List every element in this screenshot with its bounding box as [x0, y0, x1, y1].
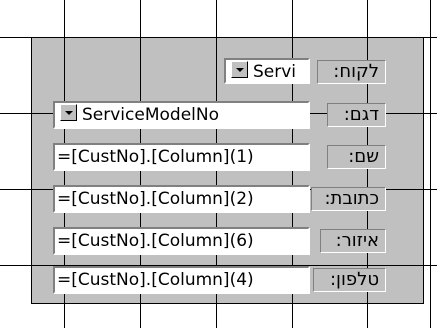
model-label: דגם:	[327, 103, 386, 127]
area-field[interactable]: =[CustNo].[Column](6)	[53, 227, 310, 255]
phone-field[interactable]: =[CustNo].[Column](4)	[53, 266, 310, 294]
area-field-value: =[CustNo].[Column](6)	[57, 231, 254, 251]
area-label: איזור:	[320, 229, 386, 253]
name-label: שם:	[327, 145, 386, 169]
phone-label: טלפון:	[313, 268, 386, 292]
phone-field-value: =[CustNo].[Column](4)	[57, 270, 254, 290]
form-design-canvas: Servi לקוח: ServiceModelNo דגם: =[CustNo…	[0, 0, 437, 328]
chevron-down-icon[interactable]	[231, 61, 248, 78]
model-combo[interactable]: ServiceModelNo	[53, 101, 310, 129]
chevron-down-icon[interactable]	[60, 104, 77, 121]
address-label: כתובת:	[311, 187, 386, 211]
address-field-value: =[CustNo].[Column](2)	[57, 189, 254, 209]
name-field-value: =[CustNo].[Column](1)	[57, 147, 254, 167]
model-combo-value: ServiceModelNo	[82, 105, 219, 125]
customer-combo-value: Servi	[253, 62, 297, 82]
address-field[interactable]: =[CustNo].[Column](2)	[53, 185, 310, 213]
customer-combo[interactable]: Servi	[224, 58, 310, 84]
grid-line	[0, 37, 437, 38]
customer-label: לקוח:	[317, 60, 386, 84]
grid-line	[430, 0, 431, 328]
name-field[interactable]: =[CustNo].[Column](1)	[53, 143, 310, 171]
